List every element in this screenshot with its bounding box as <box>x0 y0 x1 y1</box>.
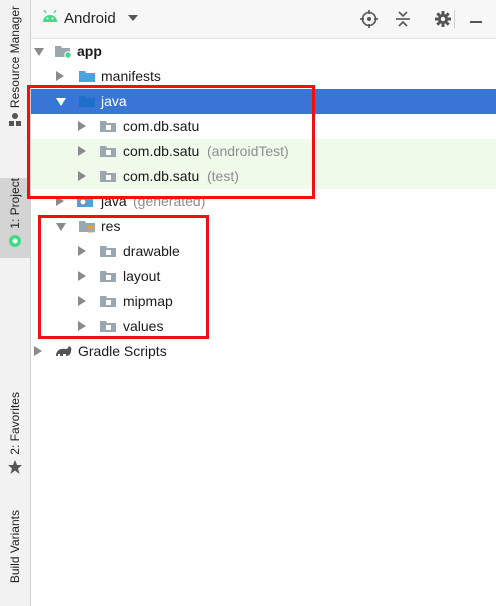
project-toolbar: Android <box>31 0 496 39</box>
tab-resource-manager[interactable]: Resource Manager <box>0 6 30 156</box>
gradle-icon <box>56 346 72 356</box>
tree-label: app <box>77 43 102 59</box>
highlight-box-java <box>27 85 315 199</box>
toolbar-divider <box>454 10 455 28</box>
folder-icon <box>79 71 95 82</box>
tree-node-gradle-scripts[interactable]: Gradle Scripts <box>31 339 496 364</box>
tab-project[interactable]: 1: Project <box>0 178 30 258</box>
star-icon <box>8 459 22 474</box>
build-variants-label: Build Variants <box>8 510 22 584</box>
android-icon <box>9 234 21 247</box>
view-selector[interactable]: Android <box>64 10 116 27</box>
gear-icon[interactable] <box>434 10 452 28</box>
resource-manager-label: Resource Manager <box>8 6 22 109</box>
android-icon <box>43 10 57 22</box>
highlight-box-res <box>38 215 209 339</box>
locate-icon[interactable] <box>360 10 378 28</box>
tab-build-variants[interactable]: Build Variants <box>0 510 30 602</box>
module-folder-icon <box>55 46 72 59</box>
expand-arrow-icon[interactable] <box>56 71 64 81</box>
chevron-down-icon[interactable] <box>128 15 138 21</box>
tree-node-app[interactable]: app <box>31 39 496 64</box>
tree-label: Gradle Scripts <box>78 343 167 359</box>
tab-favorites[interactable]: 2: Favorites <box>0 392 30 488</box>
favorites-label: 2: Favorites <box>8 392 22 455</box>
hide-icon[interactable] <box>468 10 484 28</box>
collapse-all-icon[interactable] <box>394 10 412 28</box>
tree-label: manifests <box>101 68 161 84</box>
resource-manager-icon <box>9 113 21 127</box>
project-label: 1: Project <box>8 178 22 229</box>
expand-arrow-icon[interactable] <box>34 48 44 56</box>
expand-arrow-icon[interactable] <box>34 346 42 356</box>
